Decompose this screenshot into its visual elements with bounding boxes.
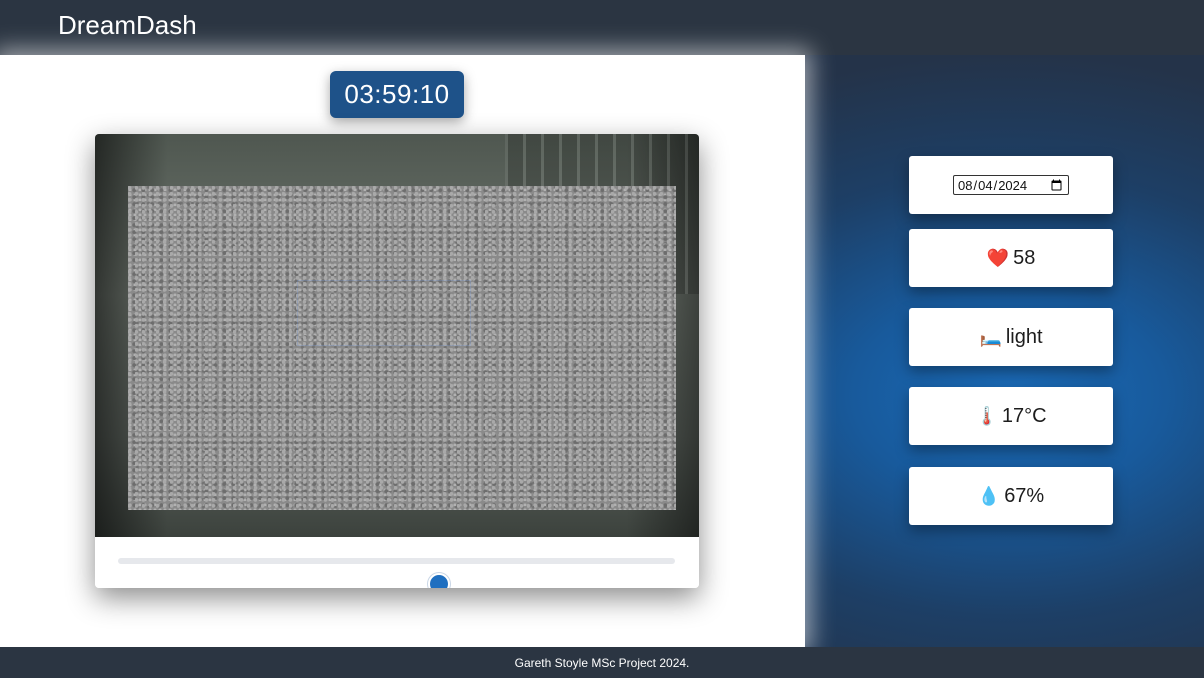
playback-timer: 03:59:10 [330,71,464,118]
sleep-stage-card: 🛏️ light [909,308,1113,366]
video-static-overlay [128,186,676,510]
heart-rate-card: ❤️ 58 [909,229,1113,287]
footer: Gareth Stoyle MSc Project 2024. [0,647,1204,678]
footer-text: Gareth Stoyle MSc Project 2024. [514,656,690,670]
thermometer-icon: 🌡️ [975,405,998,426]
heart-icon: ❤️ [986,247,1010,268]
temperature-card: 🌡️ 17°C [909,387,1113,445]
detection-box [297,280,471,346]
video-player [95,134,699,588]
app-title: DreamDash [58,10,197,40]
timeline-thumb[interactable] [427,573,450,588]
humidity-value: 67% [1004,484,1045,507]
humidity-card: 💧 67% [909,467,1113,525]
timeline-track[interactable] [118,558,675,588]
temperature-value: 17°C [1001,404,1047,427]
app-header: DreamDash [0,0,1204,55]
date-input[interactable] [953,175,1069,195]
bed-icon: 🛏️ [979,326,1002,347]
timeline-slider[interactable] [95,537,699,588]
heart-rate-value: 58 [1013,246,1036,269]
droplet-icon: 💧 [977,485,1001,506]
sleep-stage-value: light [1005,325,1043,348]
date-card [909,156,1113,214]
video-frame[interactable] [95,134,699,537]
